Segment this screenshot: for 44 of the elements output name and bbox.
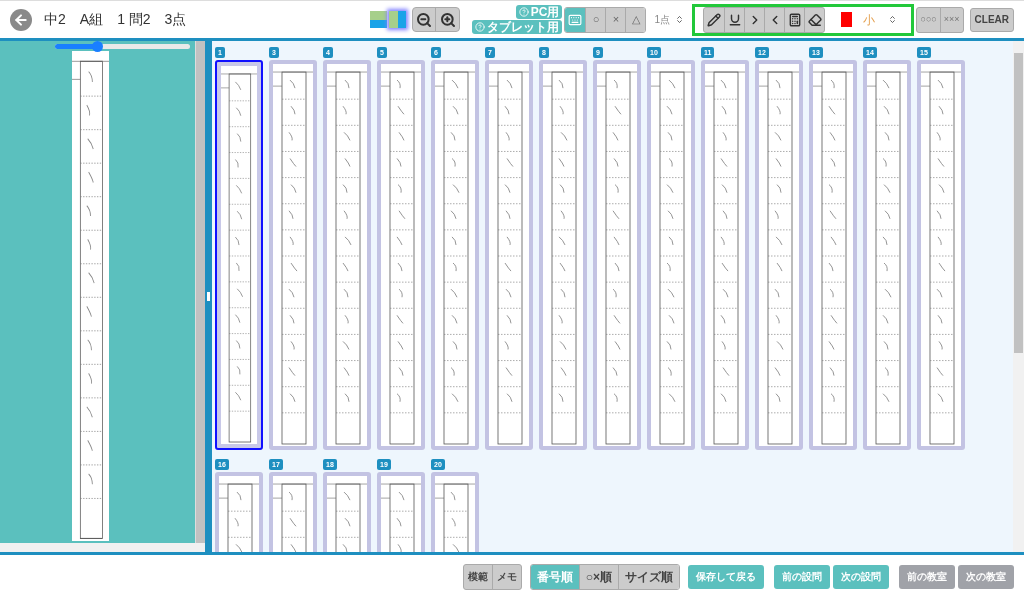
- eraser-tool-button[interactable]: [804, 7, 825, 32]
- header-title: 中2: [44, 10, 66, 29]
- view-toggle-button[interactable]: メモ: [491, 564, 521, 589]
- help-icon: [475, 22, 486, 32]
- sort-button[interactable]: ○×順: [578, 564, 618, 589]
- clear-button[interactable]: CLEAR: [969, 7, 1014, 32]
- bulk-mark-button[interactable]: ×××: [939, 7, 963, 32]
- sort-button[interactable]: サイズ順: [618, 564, 679, 589]
- nav-button[interactable]: 次の設問: [833, 564, 889, 589]
- eraser-icon: [807, 12, 822, 27]
- drag-handle-icon: [207, 292, 210, 301]
- header-title: 3点: [164, 10, 187, 29]
- horizontal-layout-button[interactable]: [370, 11, 388, 28]
- help-icon: [518, 7, 529, 17]
- sort-button[interactable]: 番号順: [530, 564, 579, 589]
- calculator-icon: [787, 12, 802, 27]
- header-title: 1 問2: [117, 10, 151, 29]
- answer-card[interactable]: [215, 60, 263, 450]
- bulk-mark-button[interactable]: ○○○: [917, 7, 940, 32]
- slider-thumb[interactable]: [91, 41, 103, 52]
- help-link[interactable]: タブレット用: [472, 20, 563, 34]
- keyboard-button[interactable]: [565, 7, 586, 32]
- pencil-icon: [707, 12, 722, 27]
- select-arrows-icon: [888, 15, 898, 24]
- nav-button[interactable]: 次の教室: [958, 564, 1014, 589]
- back-arrow-icon: [13, 11, 29, 28]
- keyboard-icon: [568, 12, 583, 27]
- nav-button[interactable]: 前の教室: [899, 564, 955, 589]
- help-link[interactable]: PC用: [515, 5, 563, 19]
- zoom-slider[interactable]: [55, 44, 190, 49]
- underline-icon: [727, 12, 742, 27]
- nav-button[interactable]: 保存して戻る: [688, 564, 764, 589]
- select-arrows-icon: [675, 15, 685, 24]
- horizontal-scrollbar[interactable]: [0, 543, 205, 552]
- scrollbar[interactable]: [1013, 41, 1024, 552]
- back-button[interactable]: [10, 8, 32, 31]
- scrollbar[interactable]: [195, 41, 205, 543]
- nav-button[interactable]: 前の設問: [774, 564, 830, 589]
- vertical-layout-button[interactable]: [389, 11, 407, 28]
- mark-button[interactable]: ○: [585, 7, 606, 32]
- mark-button[interactable]: △: [625, 7, 646, 32]
- mark-button[interactable]: ×: [605, 7, 626, 32]
- view-toggle-button[interactable]: 模範: [463, 564, 492, 589]
- header-title: A組: [79, 10, 104, 29]
